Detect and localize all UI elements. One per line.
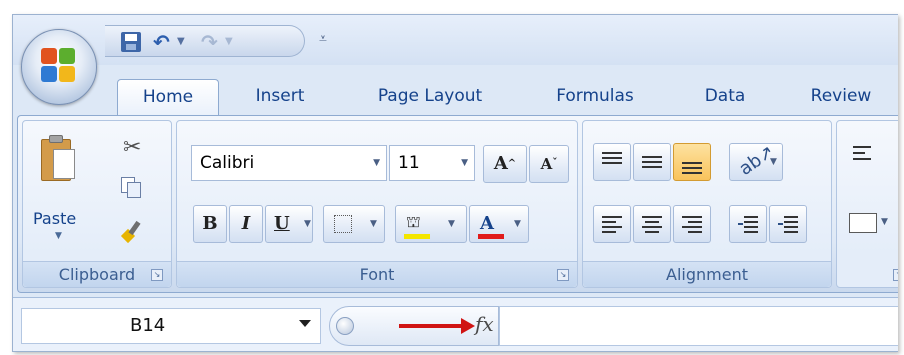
formula-bar-resize-handle[interactable] [336, 317, 354, 335]
italic-button[interactable]: I [229, 205, 263, 243]
chevron-down-icon[interactable]: ▼ [881, 217, 888, 227]
font-name-combobox[interactable]: Calibri ▼ [191, 145, 387, 181]
alignment-launcher-icon[interactable]: ↘ [893, 269, 898, 281]
name-box[interactable]: B14 [21, 308, 321, 344]
font-launcher-icon[interactable]: ↘ [557, 269, 569, 281]
formula-bar: B14 fx [13, 297, 898, 351]
redo-icon[interactable]: ↷ [201, 32, 218, 52]
tab-page-layout[interactable]: Page Layout [355, 79, 505, 115]
alignment-group-label: Alignment [583, 261, 831, 287]
top-align-button[interactable] [593, 143, 631, 181]
name-box-dropdown-icon[interactable] [299, 320, 311, 327]
formula-input[interactable] [499, 306, 898, 346]
bottom-align-button[interactable] [673, 143, 711, 181]
fill-color-button[interactable]: ⛫ ▼ [395, 205, 467, 243]
alignment-extra-group: ▼ ↘ [836, 120, 898, 288]
font-color-swatch [478, 234, 504, 239]
cut-icon[interactable]: ✂ [123, 137, 141, 159]
font-size-combobox[interactable]: 11 ▼ [389, 145, 475, 181]
tab-review[interactable]: Review [791, 79, 891, 115]
underline-button[interactable]: U ▼ [265, 205, 313, 243]
paint-bucket-icon: ⛫ [406, 212, 421, 231]
center-button[interactable] [633, 205, 671, 243]
red-arrow-head [461, 318, 475, 334]
borders-icon [334, 215, 352, 233]
chevron-down-icon: ▼ [514, 219, 521, 229]
ribbon-tabs: Home Insert Page Layout Formulas Data Re… [13, 65, 898, 115]
chevron-down-icon: ▼ [304, 219, 311, 229]
title-bar: ↶ ▼ ↷ ▼ ⩡ [13, 15, 898, 65]
tab-home[interactable]: Home [117, 79, 219, 115]
ribbon: Paste ▼ ✂ Clipboard ↘ Calibri ▼ 11 ▼ A^ [17, 115, 898, 293]
chevron-down-icon[interactable]: ▼ [373, 146, 380, 180]
chevron-down-icon: ▼ [448, 219, 455, 229]
wrap-text-icon[interactable] [851, 143, 875, 167]
tab-formulas[interactable]: Formulas [537, 79, 653, 115]
insert-function-button[interactable]: fx [475, 312, 494, 336]
chevron-down-icon: ▼ [370, 219, 377, 229]
tab-insert[interactable]: Insert [235, 79, 325, 115]
orientation-button[interactable]: ab↗ ▼ [729, 141, 783, 181]
shrink-font-button[interactable]: Aˇ [529, 145, 569, 183]
tab-data[interactable]: Data [687, 79, 763, 115]
fill-color-swatch [404, 234, 430, 239]
alignment-group: ab↗ ▼ Alignment [582, 120, 832, 288]
paste-icon[interactable] [41, 135, 77, 185]
paste-button-label[interactable]: Paste [33, 209, 76, 228]
clipboard-group: Paste ▼ ✂ Clipboard ↘ [22, 120, 172, 288]
increase-indent-button[interactable] [769, 205, 807, 243]
office-button[interactable] [21, 29, 97, 105]
bold-button[interactable]: B [193, 205, 227, 243]
merge-center-icon[interactable] [849, 213, 877, 233]
font-size-value: 11 [398, 153, 420, 173]
excel-window: ↶ ▼ ↷ ▼ ⩡ Home Insert Page Layout Formul… [12, 14, 898, 352]
format-painter-icon[interactable] [121, 221, 143, 243]
clipboard-group-label: Clipboard [23, 261, 171, 287]
font-group-label: Font [177, 261, 577, 287]
font-name-value: Calibri [200, 153, 255, 173]
grow-font-button[interactable]: A^ [483, 145, 527, 183]
chevron-down-icon[interactable]: ▼ [461, 146, 468, 180]
borders-button[interactable]: ▼ [323, 205, 385, 243]
customize-quick-access-icon[interactable]: ⩡ [319, 31, 327, 47]
align-right-button[interactable] [673, 205, 711, 243]
name-box-value: B14 [130, 315, 166, 336]
save-icon[interactable] [121, 32, 141, 52]
middle-align-button[interactable] [633, 143, 671, 181]
copy-icon[interactable] [121, 177, 141, 198]
red-arrow-annotation [399, 324, 465, 328]
font-color-button[interactable]: A ▼ [469, 205, 529, 243]
font-group: Calibri ▼ 11 ▼ A^ Aˇ B I U ▼ ▼ ⛫ ▼ A ▼ F… [176, 120, 578, 288]
paste-dropdown-icon[interactable]: ▼ [55, 231, 62, 241]
chevron-down-icon: ▼ [770, 157, 777, 167]
office-logo-icon [41, 48, 77, 84]
undo-dropdown-icon[interactable]: ▼ [177, 32, 185, 52]
decrease-indent-button[interactable] [729, 205, 767, 243]
undo-icon[interactable]: ↶ [153, 32, 170, 52]
redo-dropdown-icon[interactable]: ▼ [225, 32, 233, 52]
clipboard-launcher-icon[interactable]: ↘ [151, 269, 163, 281]
quick-access-toolbar: ↶ ▼ ↷ ▼ [105, 25, 305, 57]
align-left-button[interactable] [593, 205, 631, 243]
